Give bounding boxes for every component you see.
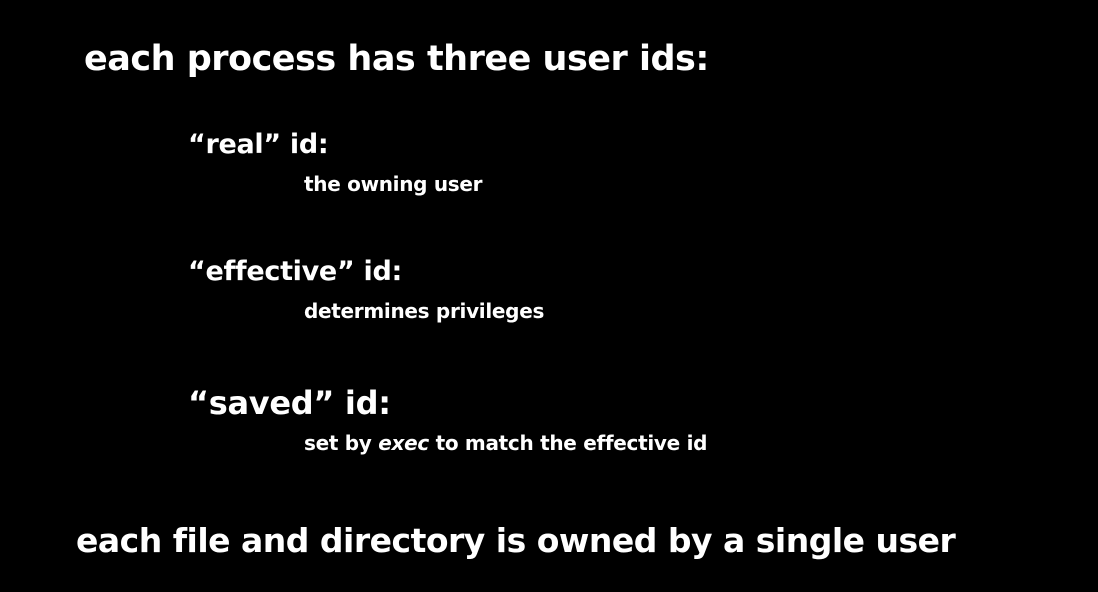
saved-id-description: set by exec to match the effective id (304, 429, 707, 457)
saved-desc-after: to match the effective id (428, 431, 708, 455)
effective-id-description: determines privileges (304, 299, 545, 323)
saved-desc-before: set by (304, 431, 379, 455)
effective-id-term: “effective” id: (188, 256, 402, 287)
slide-heading: each process has three user ids: (84, 39, 709, 79)
slide: each process has three user ids: “real” … (0, 0, 1098, 592)
real-id-term: “real” id: (188, 129, 329, 160)
saved-desc-exec-emphasis: exec (378, 431, 429, 455)
saved-id-term: “saved” id: (188, 384, 391, 422)
real-id-description: the owning user (304, 172, 483, 196)
slide-footer-statement: each file and directory is owned by a si… (76, 521, 956, 560)
